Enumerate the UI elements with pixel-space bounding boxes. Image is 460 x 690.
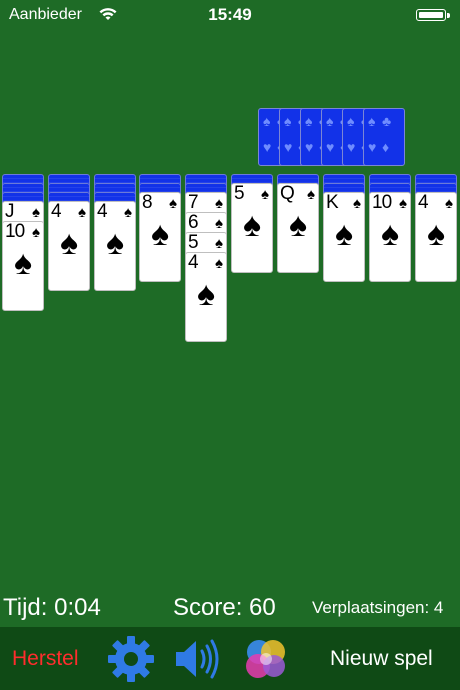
playing-card[interactable]: Q ♠ ♠ [277,183,319,273]
spade-icon: ♠ [215,235,223,252]
spade-icon: ♠ [353,195,361,212]
playing-card[interactable]: 4 ♠ ♠ [94,201,136,291]
playing-card[interactable]: K ♠ ♠ [323,192,365,282]
card-rank: 10 [372,192,392,213]
game-board: ♠♣♥♦♠♣♥♦♠♣♥♦♠♣♥♦♠♣♥♦♠♣♥♦J♠♠10♠♠4♠♠4♠♠8♠♠… [0,0,460,600]
spade-icon: ♠ [59,224,79,262]
stats-bar: Tijd: 0:04 Score: 60 Verplaatsingen: 4 [0,590,460,626]
spade-icon: ♠ [32,224,40,241]
toolbar: Herstel Nieuw spel [0,627,460,690]
playing-card[interactable]: 10 ♠ ♠ [2,221,44,311]
spade-icon: ♠ [380,215,400,253]
spade-icon: ♠ [261,186,269,203]
new-game-button[interactable]: Nieuw spel [330,647,433,671]
spade-icon: ♠ [150,215,170,253]
card-rank: 10 [5,221,25,242]
speaker-icon[interactable] [174,635,222,683]
spade-icon: ♠ [334,215,354,253]
spade-icon: ♠ [32,204,40,221]
stock-pile-card[interactable]: ♠♣♥♦ [363,108,405,166]
spade-icon: ♠ [105,224,125,262]
playing-card[interactable]: 8 ♠ ♠ [139,192,181,282]
card-rank: 4 [51,201,62,222]
card-rank: 5 [234,183,245,204]
playing-card[interactable]: 4 ♠ ♠ [48,201,90,291]
spade-icon: ♠ [445,195,453,212]
spade-icon: ♠ [169,195,177,212]
move-count: Verplaatsingen: 4 [312,598,444,617]
spade-icon: ♠ [215,215,223,232]
spade-icon: ♠ [78,204,86,221]
spade-icon: ♠ [288,206,308,244]
card-rank: 5 [188,232,199,253]
spade-icon: ♠ [426,215,446,253]
card-rank: J [5,201,14,222]
playing-card[interactable]: 4 ♠ ♠ [415,192,457,282]
card-rank: 6 [188,212,199,233]
card-rank: Q [280,183,295,204]
game-center-icon[interactable] [242,635,290,683]
playing-card[interactable]: 10 ♠ ♠ [369,192,411,282]
card-rank: 4 [188,252,199,273]
playing-card[interactable]: 5♠♠ [231,183,273,273]
card-rank: K [326,192,339,213]
spade-icon: ♠ [13,244,33,282]
spade-icon: ♠ [307,186,315,203]
spade-icon: ♠ [196,275,216,313]
spade-icon: ♠ [215,195,223,212]
playing-card[interactable]: 4 ♠ ♠ [185,252,227,342]
card-rank: 4 [97,201,108,222]
gear-icon[interactable] [107,635,155,683]
elapsed-time: Tijd: 0:04 [3,594,101,621]
score: Score: 60 [173,594,276,621]
undo-button[interactable]: Herstel [12,647,79,671]
spade-icon: ♠ [215,255,223,272]
card-rank: 8 [142,192,153,213]
card-rank: 4 [418,192,429,213]
card-rank: 7 [188,192,199,213]
spade-icon: ♠ [124,204,132,221]
spade-icon: ♠ [242,206,262,244]
spade-icon: ♠ [399,195,407,212]
